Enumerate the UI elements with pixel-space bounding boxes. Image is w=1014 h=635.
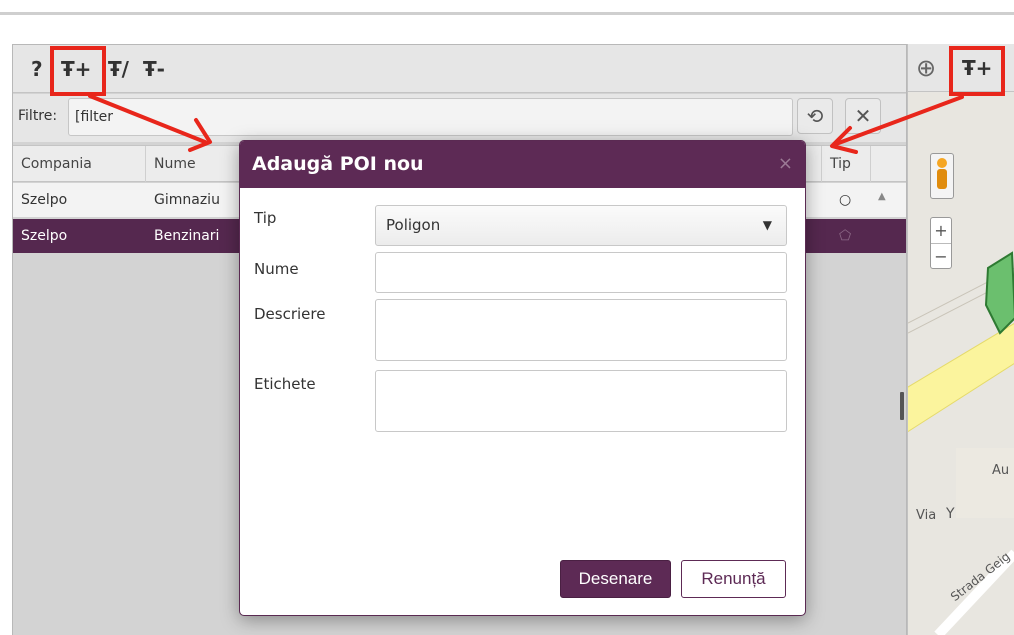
help-icon[interactable]: ? — [31, 55, 43, 83]
map-label-via: Via — [916, 508, 937, 523]
column-header-company[interactable]: Compania — [13, 146, 146, 182]
map-view[interactable]: + − Au Via Y Strada Geig — [908, 93, 1014, 635]
close-icon[interactable]: × — [778, 153, 793, 174]
scroll-up-icon[interactable]: ▲ — [878, 191, 886, 202]
dialog-title: Adaugă POI nou — [252, 153, 424, 175]
top-divider — [0, 12, 1014, 15]
clear-filter-icon: ✕ — [854, 104, 872, 128]
poi-toolbar: ? Ŧ+ Ŧ/ Ŧ- — [13, 45, 906, 93]
descriere-label: Descriere — [254, 305, 326, 323]
highlight-map-add-poi — [949, 46, 1005, 96]
nume-label: Nume — [254, 260, 299, 278]
cocktail-icon: Y — [946, 506, 955, 522]
etichete-label: Etichete — [254, 375, 316, 393]
zoom-control: + − — [930, 217, 952, 269]
cancel-button[interactable]: Renunță — [681, 560, 786, 598]
add-poi-dialog: Adaugă POI nou × Tip Poligon ▼ Nume Desc… — [239, 140, 806, 616]
cell-company: Szelpo — [21, 192, 68, 208]
tip-selected-value: Poligon — [386, 216, 441, 234]
edit-poi-icon[interactable]: Ŧ/ — [108, 55, 129, 83]
tip-label: Tip — [254, 209, 277, 227]
zoom-in-button[interactable]: + — [931, 218, 951, 243]
street-view-pegman-icon[interactable] — [930, 153, 954, 199]
cell-company: Szelpo — [21, 228, 68, 244]
zoom-out-button[interactable]: − — [931, 243, 951, 268]
locate-icon[interactable]: ⊕ — [916, 54, 936, 82]
column-header-type[interactable]: Tip — [821, 146, 871, 182]
draw-button[interactable]: Desenare — [560, 560, 671, 598]
filter-label: Filtre: — [18, 108, 58, 124]
etichete-textarea[interactable] — [375, 370, 787, 432]
dialog-header: Adaugă POI nou × — [240, 141, 805, 188]
refresh-button[interactable]: ⟲ — [797, 98, 833, 134]
clear-filter-button[interactable]: ✕ — [845, 98, 881, 134]
highlight-add-poi — [50, 46, 106, 96]
top-strip — [0, 0, 1014, 30]
descriere-textarea[interactable] — [375, 299, 787, 361]
refresh-icon: ⟲ — [806, 104, 824, 128]
tip-select[interactable]: Poligon ▼ — [375, 205, 787, 246]
map-label-au: Au — [992, 463, 1010, 478]
filter-row: Filtre: ⟲ ✕ — [13, 94, 906, 142]
remove-poi-icon[interactable]: Ŧ- — [143, 55, 165, 83]
nume-input[interactable] — [375, 252, 787, 293]
circle-type-icon: ○ — [839, 192, 852, 208]
polygon-type-icon: ⬠ — [839, 228, 852, 244]
panel-splitter-handle[interactable] — [900, 392, 904, 420]
map-panel: ⊕ Ŧ+ + − Au Via Y Strada Geig — [907, 44, 1014, 635]
filter-input[interactable] — [68, 98, 793, 136]
dropdown-caret-icon: ▼ — [762, 218, 772, 232]
